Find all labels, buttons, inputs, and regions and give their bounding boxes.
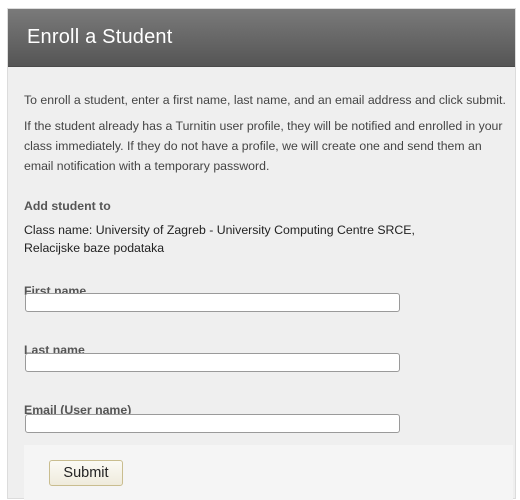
- first-name-input[interactable]: [25, 293, 400, 312]
- dialog-header: Enroll a Student: [8, 9, 515, 67]
- last-name-input[interactable]: [25, 353, 400, 372]
- profile-notice-text: If the student already has a Turnitin us…: [24, 119, 503, 173]
- submit-button[interactable]: Submit: [49, 460, 123, 486]
- class-name-text: Class name: University of Zagreb - Unive…: [24, 221, 504, 257]
- dialog-title: Enroll a Student: [27, 26, 173, 48]
- email-input[interactable]: [25, 414, 400, 433]
- class-name-line-2: Relacijske baze podataka: [24, 241, 165, 255]
- dialog-footer: Submit: [24, 445, 513, 500]
- enroll-student-dialog: Enroll a Student To enroll a student, en…: [7, 8, 516, 500]
- instructions-text: To enroll a student, enter a first name,…: [24, 93, 506, 107]
- class-name-line-1: Class name: University of Zagreb - Unive…: [24, 223, 415, 237]
- add-student-heading: Add student to: [24, 199, 111, 213]
